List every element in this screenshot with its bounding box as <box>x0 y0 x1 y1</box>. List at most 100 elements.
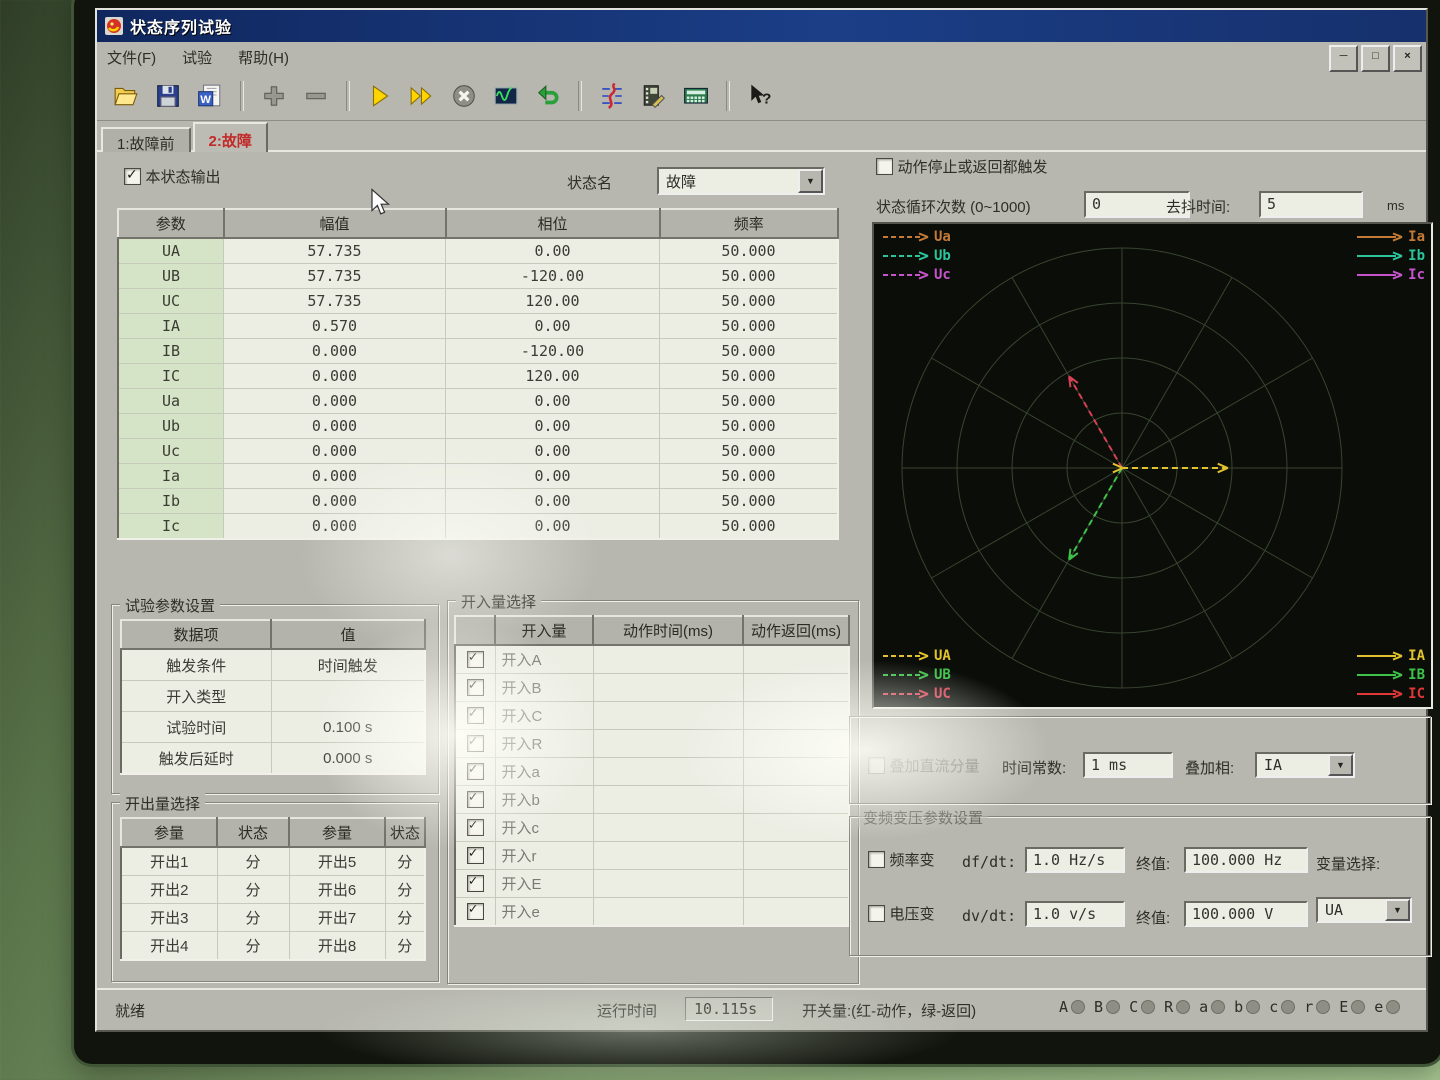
input-checkbox[interactable] <box>467 875 484 892</box>
input-checkbox[interactable] <box>467 819 484 836</box>
chevron-down-icon[interactable]: ▼ <box>798 169 823 193</box>
output-state[interactable]: 分 <box>385 847 425 876</box>
waveform-button[interactable] <box>487 78 525 114</box>
param-value[interactable]: 120.00 <box>446 289 660 314</box>
output-state[interactable]: 分 <box>385 876 425 904</box>
param-value[interactable]: 50.000 <box>660 439 839 464</box>
output-state[interactable]: 分 <box>385 904 425 932</box>
export-word-button[interactable]: W <box>191 78 229 114</box>
param-value[interactable]: 0.000 <box>224 464 446 489</box>
param-value[interactable]: 50.000 <box>660 339 839 364</box>
close-button[interactable]: × <box>1393 45 1422 72</box>
param-value[interactable]: 57.735 <box>224 289 446 314</box>
output-state[interactable]: 分 <box>217 904 289 932</box>
param-value[interactable]: 50.000 <box>660 489 839 514</box>
harmonic-button[interactable] <box>593 78 631 114</box>
param-value[interactable]: 0.000 <box>224 514 446 540</box>
freq-final-input[interactable]: 100.000 Hz <box>1184 847 1308 873</box>
param-value[interactable]: 50.000 <box>660 289 839 314</box>
param-value[interactable]: 0.000 <box>224 389 446 414</box>
superpose-phase-dropdown[interactable]: IA ▼ <box>1255 752 1355 778</box>
param-value[interactable]: 0.00 <box>446 464 660 489</box>
param-value[interactable]: 50.000 <box>660 264 839 289</box>
runtime-value: 10.115s <box>685 997 773 1021</box>
trigger-mode-checkbox[interactable] <box>876 158 893 175</box>
maximize-button[interactable]: □ <box>1361 45 1390 72</box>
data-value[interactable] <box>271 681 425 712</box>
param-value[interactable]: 50.000 <box>660 238 839 264</box>
param-value[interactable]: 50.000 <box>660 414 839 439</box>
run-all-button[interactable] <box>403 78 441 114</box>
param-value[interactable]: 0.000 <box>224 339 446 364</box>
stop-button[interactable] <box>445 78 483 114</box>
input-checkbox[interactable] <box>467 763 484 780</box>
input-checkbox[interactable] <box>467 735 484 752</box>
param-value[interactable]: 0.570 <box>224 314 446 339</box>
param-value[interactable]: 0.00 <box>446 489 660 514</box>
param-value[interactable]: 0.000 <box>224 439 446 464</box>
param-value[interactable]: 50.000 <box>660 464 839 489</box>
param-value[interactable]: 0.00 <box>446 314 660 339</box>
param-value[interactable]: 57.735 <box>224 238 446 264</box>
param-value[interactable]: 0.00 <box>446 238 660 264</box>
open-button[interactable] <box>107 78 145 114</box>
param-value[interactable]: 0.000 <box>224 364 446 389</box>
indicator-dot <box>1176 1000 1190 1014</box>
data-value[interactable]: 0.000 s <box>271 743 425 775</box>
menu-file[interactable]: 文件(F) <box>107 47 156 68</box>
param-value[interactable]: 0.00 <box>446 514 660 540</box>
stop-cross-icon <box>451 83 477 109</box>
output-state[interactable]: 分 <box>217 932 289 961</box>
report-button[interactable] <box>635 78 673 114</box>
remove-state-button[interactable] <box>297 78 335 114</box>
time-constant-input[interactable]: 1 ms <box>1083 752 1173 778</box>
context-help-button[interactable]: ? <box>741 78 779 114</box>
col-out-param1: 参量 <box>121 818 217 847</box>
param-value[interactable]: 0.000 <box>224 489 446 514</box>
state-output-checkbox[interactable] <box>124 168 141 185</box>
chevron-down-icon[interactable]: ▼ <box>1385 899 1410 921</box>
chevron-down-icon[interactable]: ▼ <box>1328 754 1353 776</box>
param-value[interactable]: 0.000 <box>224 414 446 439</box>
volt-ramp-checkbox[interactable] <box>868 905 885 922</box>
param-value[interactable]: 0.00 <box>446 439 660 464</box>
state-name-dropdown[interactable]: 故障 ▼ <box>657 167 825 195</box>
freq-ramp-checkbox[interactable] <box>868 851 885 868</box>
input-checkbox[interactable] <box>467 903 484 920</box>
minimize-button[interactable]: ─ <box>1329 45 1358 72</box>
param-value[interactable]: 0.00 <box>446 389 660 414</box>
input-checkbox[interactable] <box>467 679 484 696</box>
param-value[interactable]: 50.000 <box>660 364 839 389</box>
revert-button[interactable] <box>529 78 567 114</box>
output-state[interactable]: 分 <box>385 932 425 961</box>
dfdt-input[interactable]: 1.0 Hz/s <box>1025 847 1125 873</box>
data-value[interactable]: 0.100 s <box>271 712 425 743</box>
dc-superpose-checkbox[interactable] <box>868 757 885 774</box>
var-select-dropdown[interactable]: UA ▼ <box>1316 897 1412 923</box>
param-value[interactable]: 120.00 <box>446 364 660 389</box>
menu-test[interactable]: 试验 <box>182 47 212 68</box>
data-value[interactable]: 时间触发 <box>271 649 425 681</box>
debounce-input[interactable]: 5 <box>1259 191 1363 218</box>
input-checkbox[interactable] <box>467 791 484 808</box>
input-checkbox[interactable] <box>467 847 484 864</box>
param-value[interactable]: 50.000 <box>660 514 839 540</box>
add-state-button[interactable] <box>255 78 293 114</box>
input-checkbox[interactable] <box>467 707 484 724</box>
save-button[interactable] <box>149 78 187 114</box>
param-value[interactable]: 50.000 <box>660 389 839 414</box>
dvdt-input[interactable]: 1.0 v/s <box>1025 901 1125 927</box>
switch-indicator-E: E <box>1339 998 1365 1016</box>
output-state[interactable]: 分 <box>217 847 289 876</box>
param-value[interactable]: 50.000 <box>660 314 839 339</box>
param-value[interactable]: 57.735 <box>224 264 446 289</box>
param-value[interactable]: -120.00 <box>446 339 660 364</box>
param-value[interactable]: -120.00 <box>446 264 660 289</box>
run-button[interactable] <box>361 78 399 114</box>
param-value[interactable]: 0.00 <box>446 414 660 439</box>
menu-help[interactable]: 帮助(H) <box>238 47 289 68</box>
soft-keyboard-button[interactable] <box>677 78 715 114</box>
input-checkbox[interactable] <box>467 651 484 668</box>
output-state[interactable]: 分 <box>217 876 289 904</box>
volt-final-input[interactable]: 100.000 V <box>1184 901 1308 927</box>
